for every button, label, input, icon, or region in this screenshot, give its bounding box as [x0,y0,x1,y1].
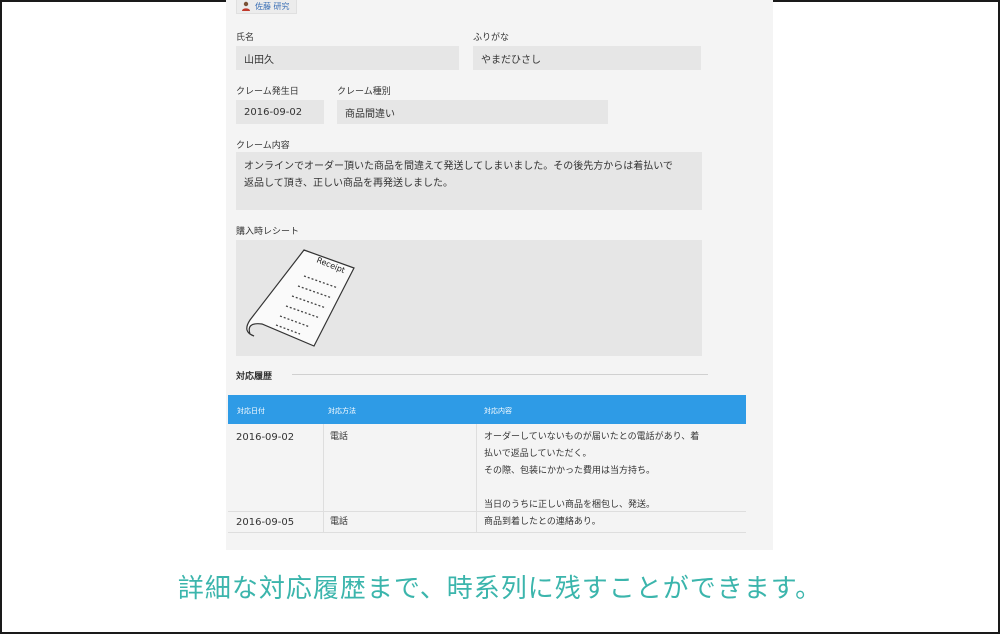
col-header-method: 対応方法 [328,407,356,415]
row-method: 電話 [330,432,349,442]
claim-content-label: クレーム内容 [236,141,290,151]
column-divider [476,424,477,532]
receipt-label: 購入時レシート [236,227,300,237]
history-table-header: 対応日付 対応方法 対応内容 [228,395,746,424]
receipt-image-field[interactable]: Receipt [236,240,702,356]
row-content: オーダーしていないものが届いたとの電話があり、着 払いで返品していただく。 その… [484,429,746,514]
col-header-content: 対応内容 [484,407,512,415]
row-content-line: その際、包装にかかった費用は当方持ち。 [484,466,656,476]
furigana-field[interactable]: やまだひさし [473,46,701,70]
receipt-image: Receipt [246,249,355,347]
row-method: 電話 [330,517,349,527]
user-chip[interactable]: 佐藤 研究 [236,0,297,14]
claim-content-line-1: オンラインでオーダー頂いた商品を間違えて発送してしまいました。その後先方からは着… [244,161,673,172]
claim-date-label: クレーム発生日 [236,87,299,97]
row-content-line: 当日のうちに正しい商品を梱包し、発送。 [484,500,656,510]
column-divider [323,424,324,532]
row-content-line: オーダーしていないものが届いたとの電話があり、着 [484,432,700,442]
row-date: 2016-09-02 [236,432,295,443]
row-content: 商品到着したとの連絡あり。 [484,514,601,531]
user-avatar-icon [242,1,250,11]
claim-type-field[interactable]: 商品間違い [337,100,608,124]
row-content-line [484,480,746,497]
feature-caption: 詳細な対応履歴まで、時系列に残すことができます。 [177,574,823,604]
history-divider [292,374,708,375]
row-divider [228,532,746,533]
claim-content-field[interactable]: オンラインでオーダー頂いた商品を間違えて発送してしまいました。その後先方からは着… [236,152,702,210]
row-content-line: 払いで返品していただく。 [484,449,592,459]
name-label: 氏名 [236,33,255,43]
history-title: 対応履歴 [236,372,273,382]
furigana-label: ふりがな [473,33,510,43]
row-content-line: 商品到着したとの連絡あり。 [484,517,601,527]
claim-content-line-2: 返品して頂き、正しい商品を再発送しました。 [244,178,453,189]
col-header-date: 対応日付 [237,407,265,415]
claim-date-field[interactable]: 2016-09-02 [236,100,324,124]
user-name: 佐藤 研究 [255,1,290,11]
row-date: 2016-09-05 [236,517,295,528]
name-field[interactable]: 山田久 [236,46,459,70]
claim-type-label: クレーム種別 [337,87,391,97]
